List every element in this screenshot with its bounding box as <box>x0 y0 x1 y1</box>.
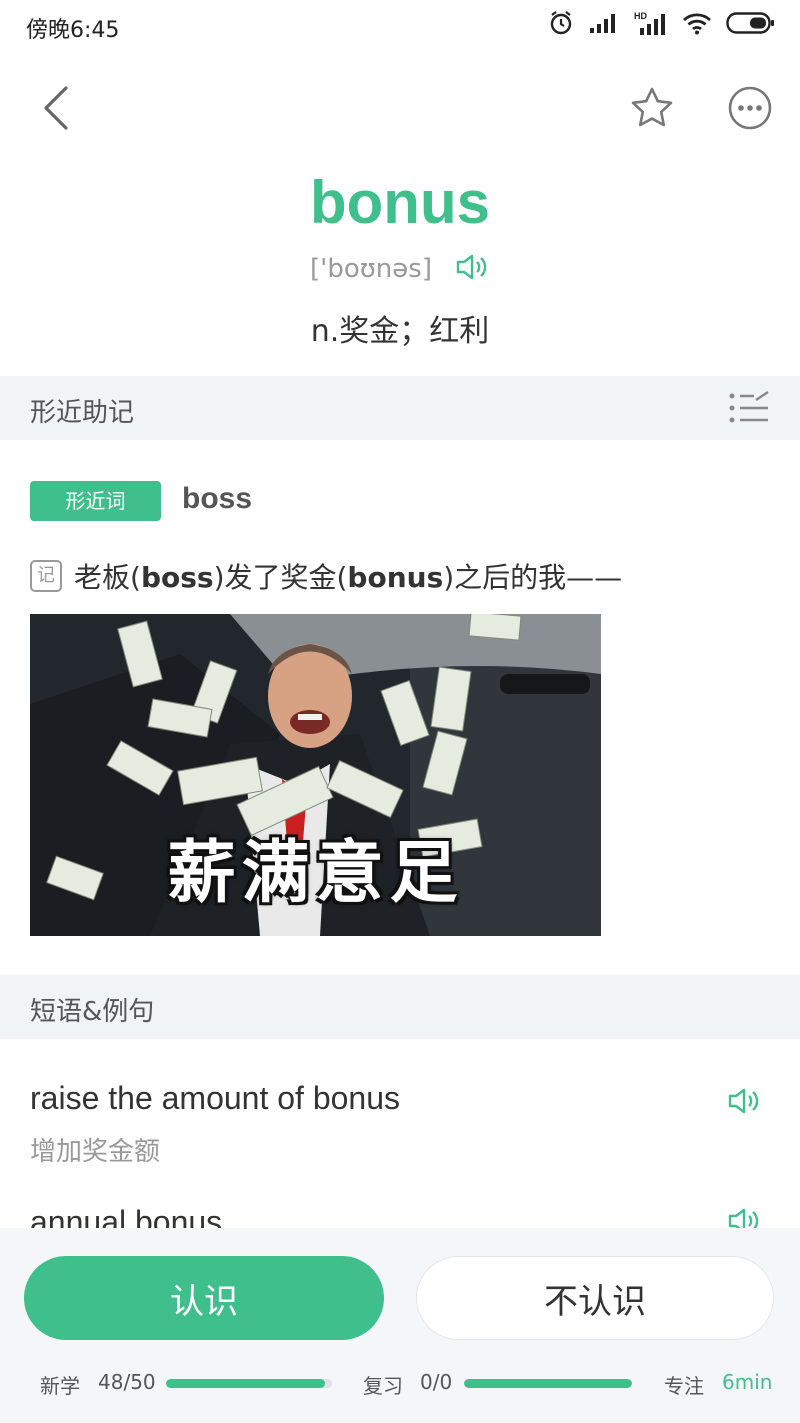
meme-caption: 薪满意足 <box>167 834 464 913</box>
review-count: 0/0 <box>420 1370 453 1394</box>
bottom-panel: 认识 不认识 新学 48/50 复习 0/0 专注 6min <box>0 1228 800 1423</box>
wifi-icon <box>682 11 712 35</box>
signal-icon <box>588 12 620 34</box>
battery-icon <box>726 11 776 35</box>
status-icons: HD <box>548 10 776 36</box>
mnemonic-note: 记 老板(boss)发了奖金(bonus)之后的我—— <box>30 556 622 596</box>
alarm-icon <box>548 10 574 36</box>
section-header-phrases: 短语&例句 <box>0 975 800 1039</box>
note-icon: 记 <box>30 560 62 592</box>
review-progress-fill <box>464 1379 632 1388</box>
status-bar: 傍晚6:45 HD <box>0 0 800 52</box>
speaker-icon[interactable] <box>726 1086 762 1120</box>
new-progress-fill <box>166 1379 326 1388</box>
review-progress-bar <box>464 1379 632 1388</box>
headword: bonus <box>310 169 490 236</box>
progress-row: 新学 48/50 复习 0/0 专注 6min <box>0 1368 800 1398</box>
back-icon[interactable] <box>32 82 80 134</box>
phrase-english: raise the amount of bonus <box>30 1080 401 1116</box>
hd-signal-icon: HD <box>634 10 668 36</box>
status-time: 傍晚6:45 <box>26 18 120 43</box>
section-header-mnemonic: 形近助记 <box>0 376 800 440</box>
review-label: 复习 <box>363 1374 403 1398</box>
new-count: 48/50 <box>98 1370 156 1394</box>
star-icon[interactable] <box>628 84 676 132</box>
meme-image: 薪满意足 <box>30 614 601 936</box>
focus-label: 专注 <box>664 1374 704 1398</box>
list-item[interactable]: raise the amount of bonus 增加奖金额 <box>30 1080 770 1168</box>
more-icon[interactable] <box>726 84 774 132</box>
unknown-button[interactable]: 不认识 <box>416 1256 774 1340</box>
focus-time: 6min <box>722 1370 773 1394</box>
top-nav <box>0 70 800 146</box>
new-progress-bar <box>166 1379 332 1388</box>
section-title: 形近助记 <box>30 398 135 428</box>
speaker-icon[interactable] <box>454 252 490 286</box>
phrase-chinese: 增加奖金额 <box>30 1137 161 1167</box>
know-button[interactable]: 认识 <box>24 1256 384 1340</box>
similar-word-tag: 形近词 <box>30 481 161 521</box>
section-title: 短语&例句 <box>30 997 155 1027</box>
phonetic: ['boʊnəs] <box>310 254 432 284</box>
list-icon[interactable] <box>728 390 772 430</box>
new-label: 新学 <box>40 1374 80 1398</box>
svg-text:HD: HD <box>634 11 647 21</box>
phonetic-row: ['boʊnəs] <box>0 252 800 286</box>
mnemonic-text: 老板(boss)发了奖金(bonus)之后的我—— <box>74 561 623 594</box>
word-meaning: n.奖金；红利 <box>310 314 490 349</box>
similar-word[interactable]: boss <box>182 482 252 516</box>
